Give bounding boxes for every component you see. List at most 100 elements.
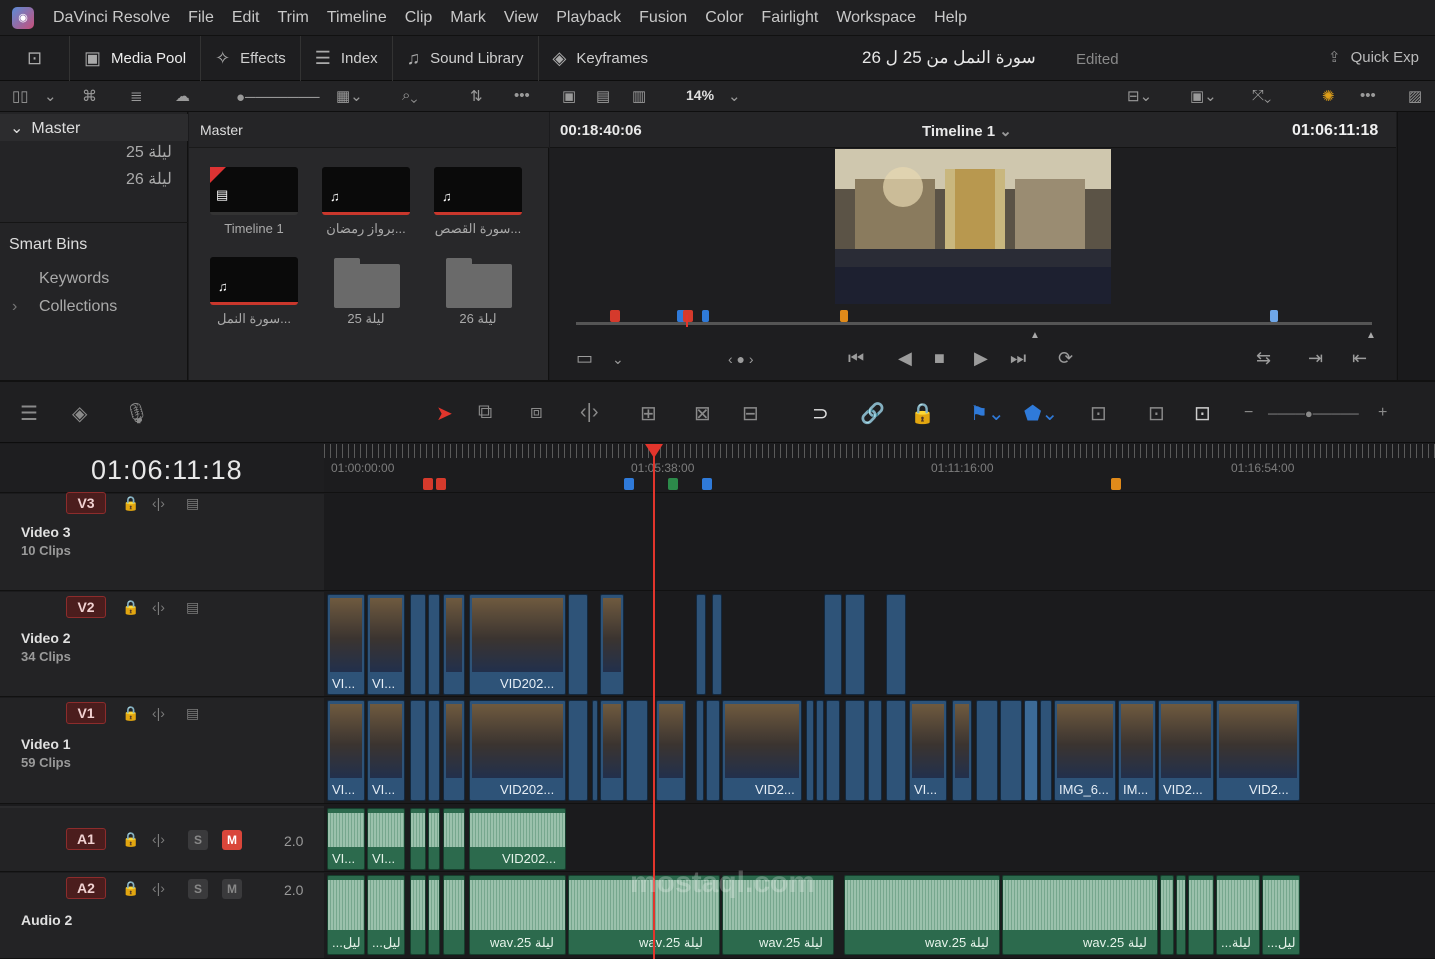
video-clip[interactable] <box>952 700 972 801</box>
red-marker-icon[interactable] <box>610 310 620 322</box>
hq-icon[interactable]: ▣⌄ <box>1190 87 1217 105</box>
effects-button[interactable]: ✧ Effects <box>201 35 301 81</box>
audio-clip-thumbnail[interactable]: ♫ <box>322 167 410 215</box>
marker-icon[interactable]: ⬟⌄ <box>1024 401 1058 426</box>
position-lock-icon[interactable]: 🔒 <box>910 401 935 426</box>
zoom-in-icon[interactable]: + <box>1378 404 1387 422</box>
viewer-scrub-bar[interactable] <box>576 322 1372 325</box>
stop-icon[interactable]: ■ <box>934 348 945 369</box>
color-wheel-icon[interactable]: ✺ <box>1322 87 1335 105</box>
match-frame-icon[interactable]: ⇆ <box>1256 348 1271 369</box>
viewer-frame[interactable] <box>835 149 1111 304</box>
menu-trim[interactable]: Trim <box>268 9 317 27</box>
viewer-more-icon[interactable]: ••• <box>1360 87 1376 104</box>
video-clip[interactable] <box>696 594 706 695</box>
track-lane-a2[interactable]: ليل... ليل... ليلة 25.wav ليلة 25.wav لي… <box>324 873 1435 959</box>
menu-fairlight[interactable]: Fairlight <box>752 9 827 27</box>
video-clip[interactable] <box>824 594 842 695</box>
video-clip[interactable] <box>568 594 588 695</box>
video-clip[interactable]: VID2... <box>1216 700 1300 801</box>
audio-clip[interactable] <box>428 808 440 870</box>
replace-clip-icon[interactable]: ⊟ <box>742 401 759 426</box>
timeline-thumbnail[interactable]: ▤ <box>210 167 298 215</box>
video-clip[interactable] <box>816 700 824 801</box>
master-bin[interactable]: ⌄ Master <box>0 114 188 141</box>
jog-control-icon[interactable]: ‹ ● › <box>728 351 754 367</box>
timeline-timecode[interactable]: 01:06:11:18 <box>91 455 243 486</box>
track-lane-a1[interactable]: VI... VI... VID202... <box>324 806 1435 872</box>
track-badge-v1[interactable]: V1 <box>66 702 106 724</box>
green-marker-icon[interactable] <box>668 478 678 490</box>
menu-help[interactable]: Help <box>925 9 976 27</box>
video-clip[interactable] <box>886 594 906 695</box>
loop-icon[interactable]: ⟳ <box>1058 348 1073 369</box>
audio-clip[interactable] <box>1160 875 1174 955</box>
auto-select-icon[interactable]: ‹|› <box>152 831 165 847</box>
thumbnail-size-slider[interactable]: ●─────── <box>236 89 319 106</box>
video-clip[interactable] <box>1024 700 1038 801</box>
go-to-start-icon[interactable]: ⏮ <box>848 348 864 369</box>
menu-edit[interactable]: Edit <box>223 9 269 27</box>
audio-clip[interactable] <box>428 875 440 955</box>
blue-marker-icon[interactable] <box>702 478 712 490</box>
track-badge-a2[interactable]: A2 <box>66 877 106 899</box>
orange-marker-icon[interactable] <box>840 310 848 322</box>
audio-clip[interactable] <box>1176 875 1186 955</box>
menu-workspace[interactable]: Workspace <box>827 9 925 27</box>
mute-button[interactable]: M <box>222 879 242 899</box>
unlink-icon[interactable]: ⌘ <box>82 87 97 105</box>
smart-bin-collections[interactable]: Collections <box>39 298 117 316</box>
video-clip[interactable]: VID202... <box>469 700 566 801</box>
viewer-layout-icon[interactable]: ⊟⌄ <box>1127 87 1152 105</box>
timeline-selector[interactable]: Timeline 1 ⌄ <box>922 122 1012 140</box>
track-badge-v3[interactable]: V3 <box>66 492 106 514</box>
viewer-mode-icon[interactable]: ▭ <box>576 348 593 369</box>
video-enable-icon[interactable]: ▤ <box>186 705 199 722</box>
lock-icon[interactable]: 🔒 <box>122 880 139 897</box>
video-clip[interactable] <box>976 700 998 801</box>
video-clip[interactable] <box>826 700 840 801</box>
keyframes-toggle-icon[interactable]: ◈ <box>72 401 87 426</box>
menu-file[interactable]: File <box>179 9 223 27</box>
snapping-icon[interactable]: ⊃ <box>812 401 829 426</box>
video-clip[interactable]: VI... <box>367 700 405 801</box>
audio-clip[interactable] <box>410 808 426 870</box>
quick-export-button[interactable]: ⇪ Quick Exp <box>1328 48 1419 66</box>
video-enable-icon[interactable]: ▤ <box>186 495 199 512</box>
selection-tool-icon[interactable]: ➤ <box>436 401 453 426</box>
solo-button[interactable]: S <box>188 830 208 850</box>
menu-playback[interactable]: Playback <box>547 9 630 27</box>
audio-clip[interactable] <box>443 808 465 870</box>
menu-view[interactable]: View <box>495 9 547 27</box>
auto-select-icon[interactable]: ‹|› <box>152 880 165 896</box>
red-marker-icon[interactable] <box>683 310 693 322</box>
menu-mark[interactable]: Mark <box>441 9 495 27</box>
video-clip[interactable]: VID2... <box>1158 700 1214 801</box>
trim-tool-icon[interactable]: ⧉ <box>478 401 492 424</box>
video-clip[interactable]: VI... <box>327 700 365 801</box>
grid-view-icon[interactable]: ▦⌄ <box>336 87 363 105</box>
zoom-chevron-down-icon[interactable]: ⌄ <box>728 87 741 105</box>
track-lane-v3[interactable] <box>324 494 1435 591</box>
audio-clip[interactable]: ليل... <box>327 875 365 955</box>
video-clip[interactable] <box>1040 700 1052 801</box>
audio-clip[interactable]: ليلة... <box>1216 875 1260 955</box>
video-clip[interactable] <box>845 594 865 695</box>
audio-clip[interactable]: VID202... <box>469 808 566 870</box>
smart-bin-keywords[interactable]: Keywords <box>39 270 109 288</box>
video-clip[interactable]: IM... <box>1118 700 1156 801</box>
transform-icon[interactable]: ⤧⌄ <box>1252 87 1271 104</box>
sidebar-toggle-icon[interactable]: ▯▯ <box>12 87 29 105</box>
video-clip[interactable] <box>443 700 465 801</box>
timeline-ruler[interactable]: 01:00:00:00 01:05:38:00 01:11:16:00 01:1… <box>324 444 1435 493</box>
mark-in-icon[interactable]: ⇥ <box>1308 348 1323 369</box>
dual-viewer-icon[interactable]: ▥ <box>632 87 646 105</box>
go-to-end-icon[interactable]: ⏭ <box>1010 348 1026 369</box>
video-clip[interactable] <box>845 700 865 801</box>
mark-out-icon[interactable]: ⇤ <box>1352 348 1367 369</box>
auto-select-icon[interactable]: ‹|› <box>152 495 165 511</box>
audio-clip[interactable] <box>443 875 465 955</box>
in-point-handle-icon[interactable]: ▲ <box>1030 330 1040 341</box>
red-marker-icon[interactable] <box>436 478 446 490</box>
menu-fusion[interactable]: Fusion <box>630 9 696 27</box>
